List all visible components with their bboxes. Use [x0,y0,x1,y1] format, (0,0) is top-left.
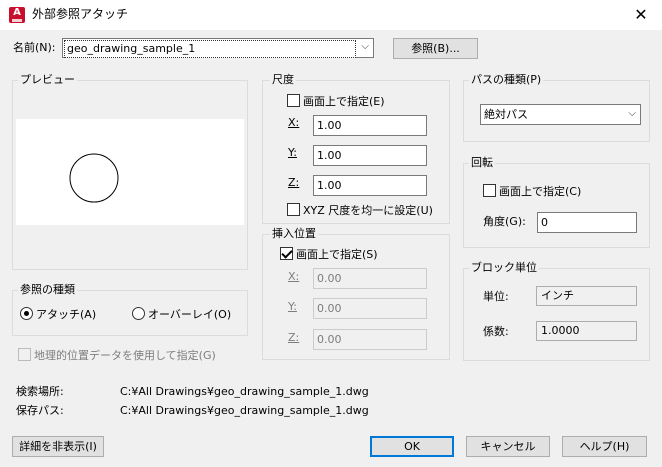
uniform-scale-checkbox[interactable]: XYZ 尺度を均一に設定(U) [287,203,433,218]
cancel-button[interactable]: キャンセル [466,436,550,457]
path-type-label: パスの種類(P) [469,73,544,87]
scale-y-input[interactable]: 1.00 [313,145,427,166]
angle-input[interactable]: 0 [537,212,637,233]
found-in-value: C:¥All Drawings¥geo_drawing_sample_1.dwg [120,385,369,398]
attach-radio[interactable]: アタッチ(A) [20,307,96,322]
insertion-point-label: 挿入位置 [270,227,318,241]
ok-button[interactable]: OK [370,436,454,457]
insertion-y-input[interactable]: 0.00 [313,298,427,319]
radio-selected-icon[interactable] [20,307,33,320]
checkbox-icon[interactable] [287,94,300,107]
scale-x-label: X: [288,116,300,129]
saved-path-value: C:¥All Drawings¥geo_drawing_sample_1.dwg [120,404,369,417]
name-combobox-value: geo_drawing_sample_1 [64,40,356,58]
rotation-label: 回転 [469,156,495,170]
rotation-onscreen-checkbox[interactable]: 画面上で指定(C) [483,184,581,199]
geo-location-label: 地理的位置データを使用して指定(G) [34,349,216,362]
chevron-down-icon[interactable]: ⌵ [628,108,636,119]
checkbox-icon[interactable] [18,348,31,361]
scale-x-input[interactable]: 1.00 [313,115,427,136]
help-button[interactable]: ヘルプ(H) [562,436,647,457]
unit-label: 単位: [483,290,509,303]
insertion-y-label: Y: [288,300,297,313]
scale-label: 尺度 [270,73,296,87]
uniform-scale-label: XYZ 尺度を均一に設定(U) [303,204,433,217]
checkbox-icon[interactable] [287,203,300,216]
path-type-combobox[interactable]: 絶対パス ⌵ [480,104,641,125]
scale-z-label: Z: [288,176,300,189]
chevron-down-icon[interactable]: ⌵ [361,41,369,52]
block-unit-label: ブロック単位 [469,261,539,275]
scale-z-input[interactable]: 1.00 [313,175,427,196]
insertion-x-input[interactable]: 0.00 [313,268,427,289]
preview-drawing [69,153,119,203]
scale-y-label: Y: [288,146,297,159]
insertion-z-label: Z: [288,331,300,344]
name-label: 名前(N): [13,41,56,54]
scale-onscreen-checkbox[interactable]: 画面上で指定(E) [287,94,385,109]
factor-label: 係数: [483,325,509,338]
saved-path-label: 保存パス: [16,404,64,417]
preview-canvas [16,119,244,225]
rotation-onscreen-label: 画面上で指定(C) [499,185,582,198]
insertion-onscreen-checkbox[interactable]: 画面上で指定(S) [280,247,378,262]
overlay-label: オーバーレイ(O) [148,308,232,321]
insertion-onscreen-label: 画面上で指定(S) [296,248,378,261]
insertion-z-input[interactable]: 0.00 [313,329,427,350]
geo-location-checkbox[interactable]: 地理的位置データを使用して指定(G) [18,348,216,363]
checkbox-checked-icon[interactable] [280,247,293,260]
radio-unselected-icon[interactable] [132,307,145,320]
overlay-radio[interactable]: オーバーレイ(O) [132,307,231,322]
name-combobox[interactable]: geo_drawing_sample_1 ⌵ [62,38,374,58]
scale-onscreen-label: 画面上で指定(E) [303,95,385,108]
hide-details-button[interactable]: 詳細を非表示(I) [12,436,104,457]
rotation-group [463,163,650,248]
reference-type-label: 参照の種類 [18,283,77,297]
preview-label: プレビュー [18,73,77,87]
factor-value: 1.0000 [536,321,637,341]
angle-label: 角度(G): [483,215,526,228]
attach-label: アタッチ(A) [36,308,97,321]
unit-value: インチ [536,286,637,306]
insertion-x-label: X: [288,270,300,283]
block-unit-group [463,268,650,361]
autocad-app-icon: A [9,7,25,23]
found-in-label: 検索場所: [16,385,64,398]
path-type-value: 絶対パス [484,108,528,121]
browse-button[interactable]: 参照(B)... [393,38,478,59]
window-title: 外部参照アタッチ [32,7,129,21]
checkbox-icon[interactable] [483,184,496,197]
close-icon[interactable]: ✕ [628,4,654,26]
